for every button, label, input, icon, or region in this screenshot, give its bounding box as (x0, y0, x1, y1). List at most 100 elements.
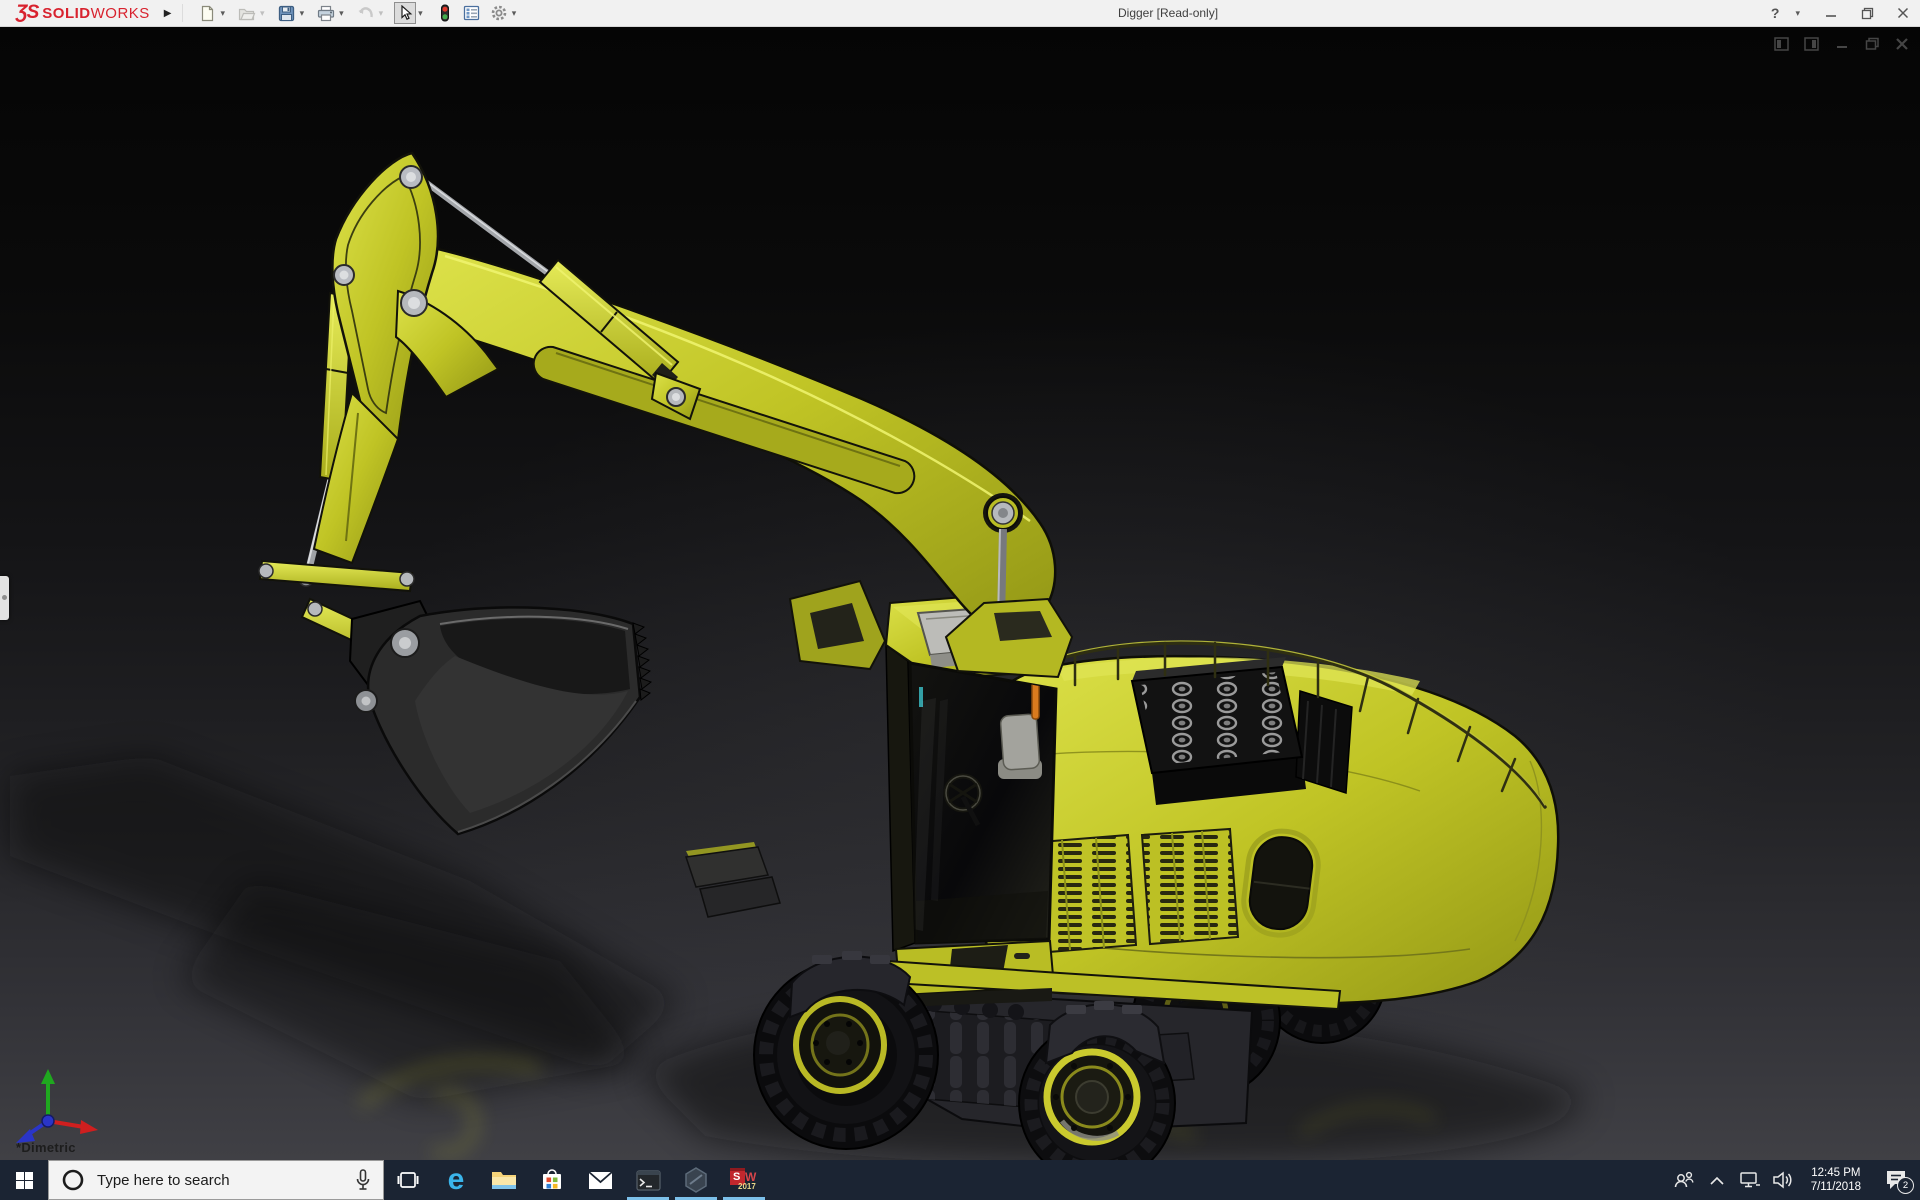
save-tool: ▾ (276, 2, 311, 24)
brand-bold: SOLID (42, 5, 90, 22)
hexagon-app-icon (684, 1167, 708, 1193)
dassault-mark-icon: ƷS (16, 2, 38, 24)
properties-list-icon (463, 5, 480, 21)
taskbar: Type here to search e S W 2017 (0, 1160, 1920, 1200)
solidworks-app-icon: S W 2017 (730, 1167, 758, 1193)
select-button[interactable] (394, 2, 416, 24)
volume-button[interactable] (1770, 1160, 1796, 1200)
tray-overflow-button[interactable] (1704, 1160, 1730, 1200)
toolbar-separator (182, 4, 183, 22)
orientation-triad (8, 1065, 104, 1149)
new-document-button[interactable] (197, 2, 219, 24)
taskbar-item-store[interactable] (528, 1160, 576, 1200)
open-button[interactable] (236, 2, 258, 24)
featuremanager-pane-button[interactable] (1772, 35, 1792, 53)
taskbar-item-composer[interactable] (672, 1160, 720, 1200)
display-pane-button[interactable] (1802, 35, 1822, 53)
print-button[interactable] (315, 2, 337, 24)
options-dropdown[interactable]: ▾ (512, 8, 517, 19)
open-dropdown[interactable]: ▾ (260, 8, 265, 19)
solidworks-logo: ƷS SOLID WORKS (16, 2, 150, 24)
doc-close-button[interactable] (1892, 35, 1912, 53)
bucket (350, 601, 651, 834)
window-title: Digger [Read-only] (1118, 6, 1218, 20)
minimize-icon (1835, 37, 1849, 51)
file-properties-tool (461, 2, 483, 24)
help-dropdown[interactable]: ▾ (1795, 8, 1800, 19)
panel-left-icon (1774, 37, 1790, 52)
windows-logo-icon (16, 1172, 33, 1189)
taskbar-item-solidworks-2017[interactable]: S W 2017 (720, 1160, 768, 1200)
upper-body (686, 581, 1558, 1013)
print-tool: ▾ (315, 2, 350, 24)
people-button[interactable] (1671, 1160, 1697, 1200)
minimize-button[interactable] (1820, 3, 1842, 23)
system-tray: 12:45 PM 7/11/2018 2 (1671, 1160, 1916, 1200)
clock[interactable]: 12:45 PM 7/11/2018 (1803, 1166, 1869, 1194)
people-icon (1673, 1171, 1695, 1189)
close-icon (1897, 7, 1909, 19)
undo-button[interactable] (355, 2, 377, 24)
speaker-icon (1772, 1171, 1794, 1189)
select-dropdown[interactable]: ▾ (418, 8, 423, 19)
sw-year: 2017 (738, 1182, 756, 1191)
store-icon (540, 1168, 564, 1192)
print-dropdown[interactable]: ▾ (339, 8, 344, 19)
search-placeholder: Type here to search (97, 1172, 355, 1189)
task-view-icon (397, 1170, 419, 1190)
tray-date: 7/11/2018 (1811, 1180, 1861, 1194)
open-folder-icon (238, 5, 256, 22)
collapsed-panel-tab[interactable] (0, 576, 9, 620)
help-button[interactable]: ? (1771, 5, 1780, 21)
3d-model-digger[interactable] (0, 27, 1920, 1160)
start-button[interactable] (0, 1160, 48, 1200)
close-icon (1895, 37, 1909, 51)
new-document-icon (199, 5, 216, 22)
microphone-icon[interactable] (355, 1169, 371, 1191)
close-button[interactable] (1892, 3, 1914, 23)
rebuild-button[interactable] (434, 2, 456, 24)
view-orientation-label: *Dimetric (16, 1140, 76, 1155)
edge-icon: e (448, 1165, 465, 1195)
options-button[interactable] (488, 2, 510, 24)
restore-icon (1861, 7, 1874, 20)
taskbar-item-command-prompt[interactable] (624, 1160, 672, 1200)
menu-expander-icon[interactable]: ▶ (164, 8, 172, 19)
undo-tool: ▾ (355, 2, 390, 24)
document-window-controls (1772, 35, 1912, 53)
chevron-up-icon (1710, 1176, 1724, 1185)
brand-light: WORKS (91, 5, 150, 22)
network-button[interactable] (1737, 1160, 1763, 1200)
command-prompt-icon (636, 1170, 661, 1191)
taskbar-item-file-explorer[interactable] (480, 1160, 528, 1200)
notification-badge: 2 (1897, 1177, 1914, 1194)
restore-icon (1865, 37, 1880, 51)
taskbar-item-edge[interactable]: e (432, 1160, 480, 1200)
select-cursor-icon (398, 5, 413, 21)
window-controls: ? ▾ (1771, 0, 1914, 26)
save-floppy-icon (278, 5, 295, 22)
doc-restore-button[interactable] (1862, 35, 1882, 53)
file-properties-button[interactable] (461, 2, 483, 24)
restore-button[interactable] (1856, 3, 1878, 23)
new-dropdown[interactable]: ▾ (221, 8, 226, 19)
undo-arrow-icon (357, 5, 375, 21)
save-button[interactable] (276, 2, 298, 24)
taskbar-item-task-view[interactable] (384, 1160, 432, 1200)
panel-right-icon (1804, 37, 1820, 52)
undo-dropdown[interactable]: ▾ (379, 8, 384, 19)
open-tool: ▾ (236, 2, 271, 24)
new-tool: ▾ (197, 2, 232, 24)
search-input[interactable]: Type here to search (48, 1160, 384, 1200)
graphics-area[interactable]: *Dimetric (0, 27, 1920, 1160)
save-dropdown[interactable]: ▾ (300, 8, 305, 19)
printer-icon (317, 5, 335, 22)
taskbar-item-mail[interactable] (576, 1160, 624, 1200)
ethernet-icon (1739, 1171, 1761, 1189)
action-center-button[interactable]: 2 (1876, 1160, 1916, 1200)
options-tool: ▾ (488, 2, 523, 24)
rebuild-tool (434, 2, 456, 24)
doc-minimize-button[interactable] (1832, 35, 1852, 53)
engine-grille-right (1142, 829, 1238, 944)
front-steps (686, 842, 780, 917)
